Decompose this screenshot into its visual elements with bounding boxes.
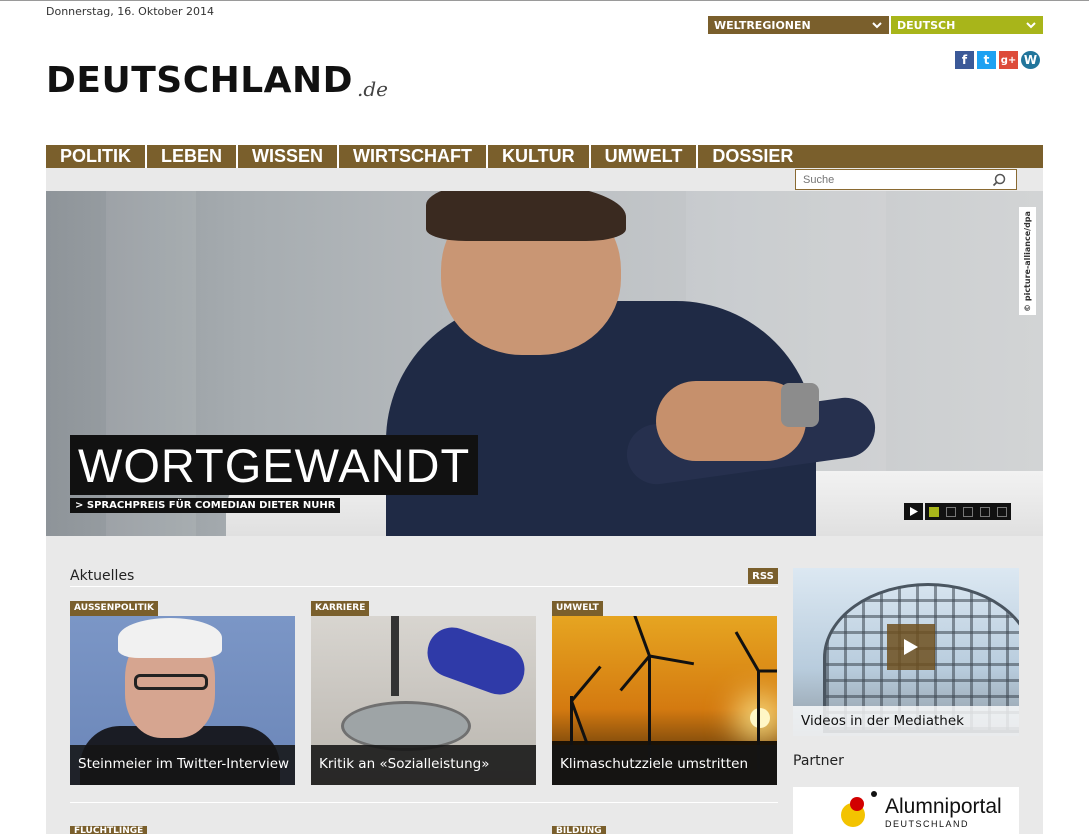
alumni-logo-circle xyxy=(850,797,864,811)
alumni-name: Alumniportal xyxy=(885,795,1002,818)
category-badge[interactable]: KARRIERE xyxy=(311,601,370,616)
play-icon xyxy=(904,639,918,655)
wind-turbine-blade xyxy=(619,655,651,692)
language-dropdown[interactable]: DEUTSCH xyxy=(891,16,1043,34)
image-glove xyxy=(420,620,532,702)
photo-credit: © picture-alliance/dpa xyxy=(1019,207,1036,315)
nav-item-kultur[interactable]: KULTUR xyxy=(488,145,591,168)
news-card[interactable]: AUSSENPOLITIK Steinmeier im Twitter-Inte… xyxy=(70,601,295,785)
hero-subheadline[interactable]: > SPRACHPREIS FÜR COMEDIAN DIETER NUHR xyxy=(70,498,341,513)
site-logo-tld[interactable]: .de xyxy=(357,77,388,101)
section-divider xyxy=(70,586,778,587)
news-caption[interactable]: Kritik an «Sozialleistung» xyxy=(311,745,536,785)
image-hair xyxy=(118,618,222,658)
category-badge[interactable]: BILDUNG xyxy=(552,826,606,834)
news-caption[interactable]: Klimaschutzziele umstritten xyxy=(552,745,777,785)
category-badge[interactable]: FLÜCHTLINGE xyxy=(70,826,148,834)
play-button[interactable] xyxy=(904,503,923,520)
weltregionen-dropdown[interactable]: WELTREGIONEN xyxy=(708,16,889,34)
category-badge[interactable]: AUSSENPOLITIK xyxy=(70,601,159,616)
nav-item-wissen[interactable]: WISSEN xyxy=(238,145,340,168)
social-links: f t g+ W xyxy=(955,51,1040,69)
current-date: Donnerstag, 16. Oktober 2014 xyxy=(46,5,215,18)
hero-person-hair xyxy=(426,191,626,241)
google-plus-icon[interactable]: g+ xyxy=(999,51,1018,69)
slide-dot[interactable] xyxy=(980,506,990,517)
nav-item-wirtschaft[interactable]: WIRTSCHAFT xyxy=(339,145,489,168)
alumni-sub: DEUTSCHLAND xyxy=(885,819,970,829)
hero-slider[interactable]: © picture-alliance/dpa WORTGEWANDT > SPR… xyxy=(46,191,1043,536)
video-play-button[interactable] xyxy=(887,624,935,670)
news-caption[interactable]: Steinmeier im Twitter-Interview xyxy=(70,745,295,785)
wind-turbine-blade xyxy=(734,631,760,672)
section-title-partner: Partner xyxy=(793,753,844,769)
news-card[interactable]: UMWELT Klimaschutzziele umstritten xyxy=(552,601,777,785)
news-card[interactable]: KARRIERE Kritik an «Sozialleistung» xyxy=(311,601,536,785)
hero-watch xyxy=(781,383,819,427)
site-logo[interactable]: DEUTSCHLAND xyxy=(46,58,353,104)
nav-item-dossier[interactable]: DOSSIER xyxy=(698,145,807,168)
search-input[interactable] xyxy=(796,173,992,186)
slide-dot[interactable] xyxy=(997,506,1007,517)
photo-credit-text: © picture-alliance/dpa xyxy=(1023,210,1032,312)
nav-item-politik[interactable]: POLITIK xyxy=(46,145,147,168)
play-icon xyxy=(909,507,918,516)
alumniportal-banner[interactable]: Alumniportal DEUTSCHLAND xyxy=(793,787,1019,834)
chevron-down-icon xyxy=(1026,22,1036,29)
slide-dots xyxy=(925,503,1011,520)
slide-dot[interactable] xyxy=(946,506,956,517)
search-box xyxy=(795,169,1017,190)
section-divider xyxy=(70,802,778,803)
hero-headline[interactable]: WORTGEWANDT xyxy=(70,435,479,495)
image-rod xyxy=(391,616,399,696)
rss-button[interactable]: RSS xyxy=(748,568,778,584)
main-navigation: POLITIK LEBEN WISSEN WIRTSCHAFT KULTUR U… xyxy=(46,145,1043,168)
slider-controls xyxy=(904,503,1011,520)
wordpress-icon[interactable]: W xyxy=(1021,51,1040,69)
category-badge[interactable]: UMWELT xyxy=(552,601,603,616)
wind-turbine-blade xyxy=(649,654,695,666)
mediathek-teaser[interactable]: Videos in der Mediathek xyxy=(793,568,1019,736)
section-title-aktuelles: Aktuelles xyxy=(70,568,135,584)
wind-turbine-blade xyxy=(570,665,602,702)
video-caption[interactable]: Videos in der Mediathek xyxy=(793,706,1019,736)
slide-dot[interactable] xyxy=(963,506,973,517)
search-icon[interactable] xyxy=(992,173,1006,187)
facebook-icon[interactable]: f xyxy=(955,51,974,69)
chevron-down-icon xyxy=(872,22,882,29)
alumni-logo-dot xyxy=(871,791,877,797)
nav-item-leben[interactable]: LEBEN xyxy=(147,145,239,168)
slide-dot[interactable] xyxy=(929,506,939,517)
wind-turbine-blade xyxy=(758,669,777,673)
weltregionen-label: WELTREGIONEN xyxy=(714,18,811,32)
wind-turbine-blade xyxy=(632,616,651,657)
nav-item-umwelt[interactable]: UMWELT xyxy=(591,145,699,168)
image-sun xyxy=(750,708,770,728)
twitter-icon[interactable]: t xyxy=(977,51,996,69)
language-label: DEUTSCH xyxy=(897,18,956,32)
image-dish xyxy=(341,701,471,751)
image-glasses xyxy=(134,674,208,690)
top-divider xyxy=(0,0,1089,1)
